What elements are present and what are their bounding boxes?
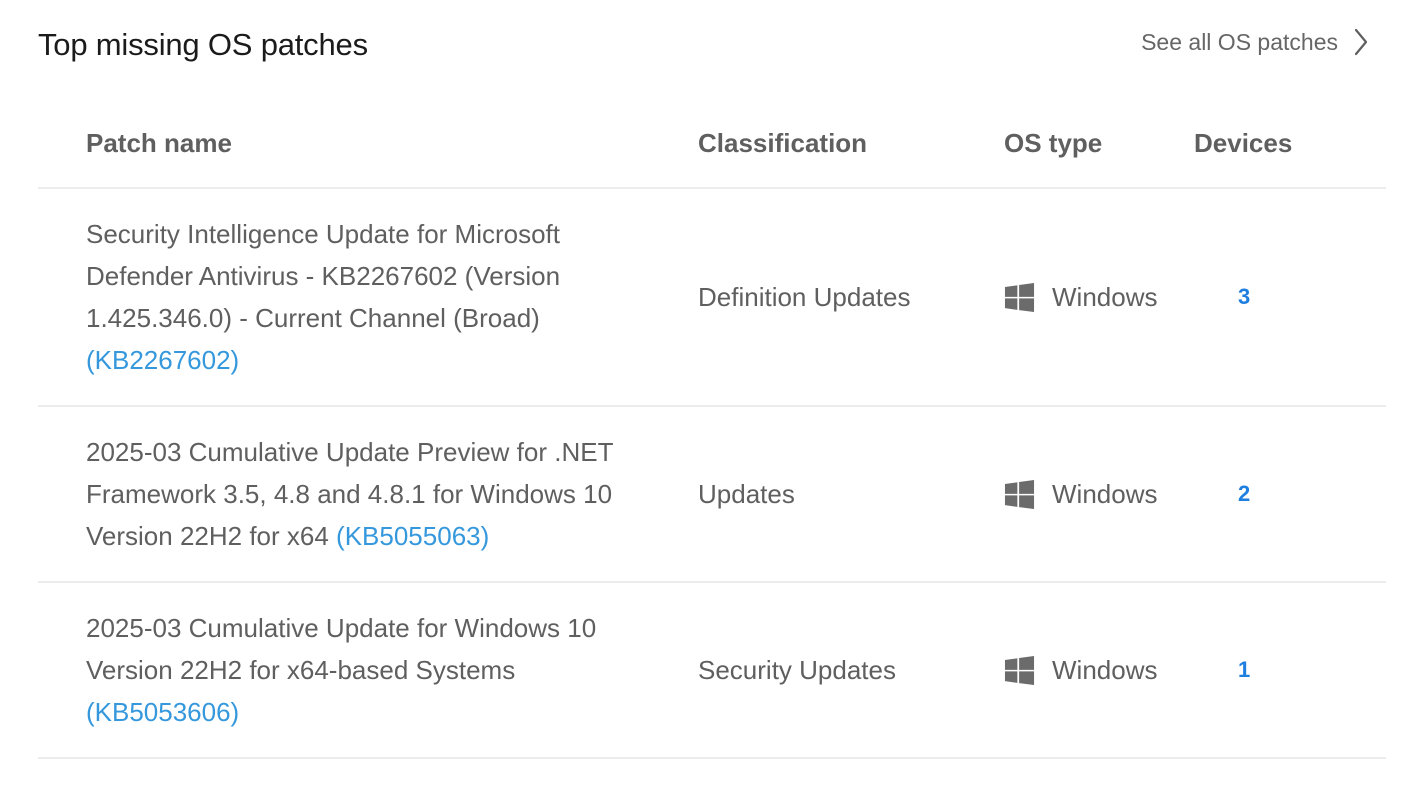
classification-text: Definition Updates: [698, 281, 911, 312]
windows-icon: [1004, 479, 1035, 509]
classification-cell: Updates: [698, 407, 795, 581]
table-row: Security Intelligence Update for Microso…: [38, 189, 1386, 407]
column-header-patch-name[interactable]: Patch name: [86, 128, 232, 159]
classification-text: Updates: [698, 478, 795, 509]
devices-count-link[interactable]: 1: [1238, 583, 1250, 757]
windows-icon: [1004, 282, 1035, 312]
os-type-text: Windows: [1052, 281, 1158, 312]
devices-count-link[interactable]: 2: [1238, 407, 1250, 581]
patches-table: Patch name Classification OS type Device…: [38, 108, 1386, 759]
patch-name-text: Security Intelligence Update for Microso…: [86, 219, 561, 333]
patch-name-cell: 2025-03 Cumulative Update Preview for .N…: [86, 431, 666, 557]
devices-count[interactable]: 1: [1238, 657, 1250, 683]
patch-name-cell: 2025-03 Cumulative Update for Windows 10…: [86, 607, 666, 733]
see-all-label: See all OS patches: [1141, 28, 1338, 55]
classification-cell: Definition Updates: [698, 189, 910, 405]
table-row: 2025-03 Cumulative Update for Windows 10…: [38, 583, 1386, 759]
column-header-devices[interactable]: Devices: [1194, 128, 1292, 159]
os-type-text: Windows: [1052, 654, 1158, 685]
kb-link[interactable]: (KB2267602): [86, 345, 239, 375]
devices-count-link[interactable]: 3: [1238, 189, 1250, 405]
table-header-row: Patch name Classification OS type Device…: [38, 108, 1386, 189]
os-type-cell: Windows: [1004, 583, 1157, 757]
column-header-os-type[interactable]: OS type: [1004, 128, 1102, 159]
kb-link[interactable]: (KB5053606): [86, 697, 239, 727]
column-header-classification[interactable]: Classification: [698, 128, 867, 159]
chevron-right-icon: [1354, 28, 1368, 56]
classification-text: Security Updates: [698, 654, 896, 685]
kb-link[interactable]: (KB5055063): [336, 521, 489, 551]
widget-header: Top missing OS patches See all OS patche…: [38, 24, 1386, 68]
devices-count[interactable]: 3: [1238, 284, 1250, 310]
devices-count[interactable]: 2: [1238, 481, 1250, 507]
widget-title: Top missing OS patches: [38, 27, 368, 62]
classification-cell: Security Updates: [698, 583, 896, 757]
see-all-os-patches-link[interactable]: See all OS patches: [1141, 28, 1368, 56]
os-type-cell: Windows: [1004, 407, 1157, 581]
windows-icon: [1004, 655, 1035, 685]
patch-name-text: 2025-03 Cumulative Update for Windows 10…: [86, 613, 597, 685]
os-type-text: Windows: [1052, 478, 1158, 509]
patch-name-cell: Security Intelligence Update for Microso…: [86, 213, 666, 381]
os-type-cell: Windows: [1004, 189, 1157, 405]
top-missing-os-patches-widget: Top missing OS patches See all OS patche…: [0, 0, 1424, 796]
table-row: 2025-03 Cumulative Update Preview for .N…: [38, 407, 1386, 583]
